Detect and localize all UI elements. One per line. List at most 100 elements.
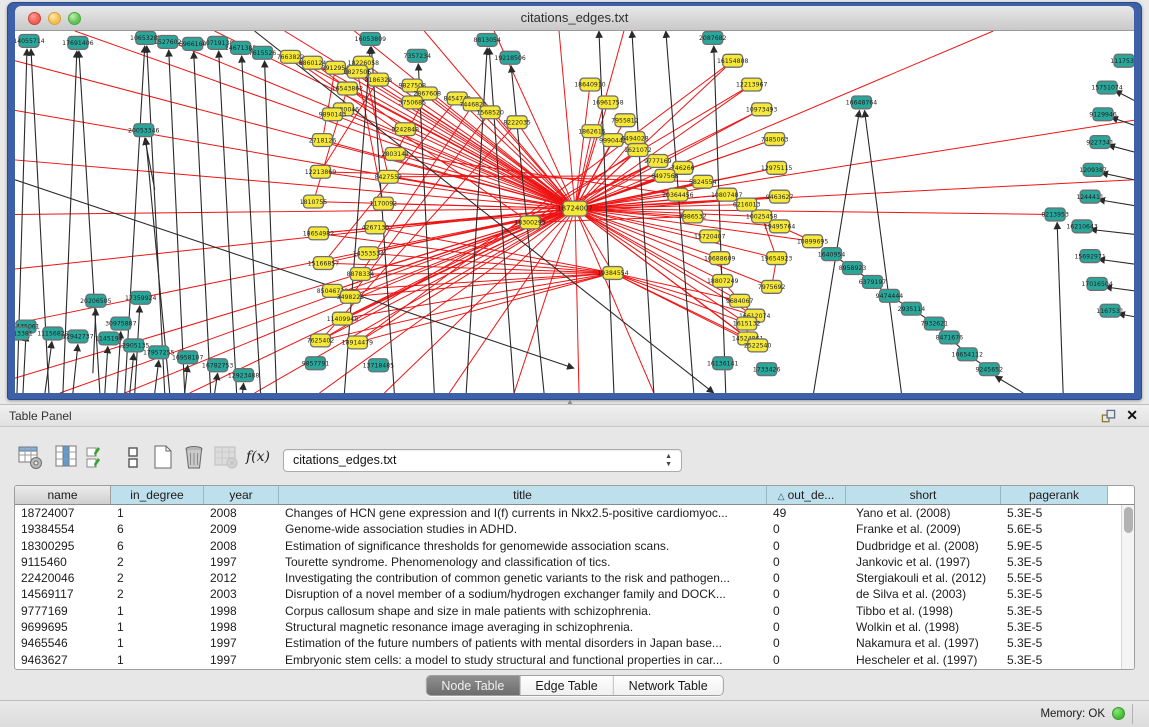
edge[interactable] <box>322 68 335 140</box>
graph-node[interactable]: 2803144 <box>382 148 410 161</box>
graph-node[interactable]: 12923488 <box>228 369 260 382</box>
table-row[interactable]: 946362711997Embryonic stem cells: a mode… <box>15 652 1134 668</box>
graph-node[interactable]: 7615526 <box>249 46 277 59</box>
show-columns-icon[interactable] <box>54 444 80 470</box>
graph-node[interactable]: 16958107 <box>172 351 204 364</box>
edge[interactable] <box>418 64 434 393</box>
table-row[interactable]: 911546021997Tourette syndrome. Phenomeno… <box>15 554 1134 570</box>
edge[interactable] <box>155 360 159 393</box>
graph-node[interactable]: 10654112 <box>952 348 984 361</box>
cell-pagerank[interactable]: 5.5E-5 <box>1001 570 1108 586</box>
cell-short[interactable]: Nakamura et al. (1997) <box>846 635 1001 651</box>
edge[interactable] <box>242 56 261 393</box>
graph-node[interactable]: 10688609 <box>704 252 736 265</box>
graph-node[interactable]: 9890143 <box>319 108 347 121</box>
edge[interactable] <box>388 176 665 177</box>
graph-node[interactable]: 6494028 <box>621 132 649 145</box>
cell-in_degree[interactable]: 1 <box>111 635 204 651</box>
column-header-out_degree[interactable]: △out_de... <box>767 486 846 504</box>
cell-short[interactable]: de Silva et al. (2003) <box>846 586 1001 602</box>
cell-title[interactable]: Tourette syndrome. Phenomenology and cla… <box>279 554 767 570</box>
graph-node[interactable]: 1170092 <box>370 197 398 210</box>
float-panel-icon[interactable] <box>1101 409 1116 424</box>
graph-node[interactable]: 30975887 <box>105 317 137 330</box>
cell-title[interactable]: Embryonic stem cells: a model to study s… <box>279 652 767 668</box>
cell-title[interactable]: Structural magnetic resonance image aver… <box>279 619 767 635</box>
edge[interactable] <box>23 334 26 393</box>
graph-node[interactable]: 16782753 <box>202 359 234 372</box>
edge[interactable] <box>1057 222 1063 393</box>
cell-name[interactable]: 14569117 <box>15 586 111 602</box>
cell-out_degree[interactable]: 0 <box>767 538 846 554</box>
edge[interactable] <box>73 344 78 393</box>
graph-node[interactable]: 17691406 <box>62 36 94 49</box>
cell-name[interactable]: 18300295 <box>15 538 111 554</box>
graph-node[interactable]: 19654923 <box>761 252 793 265</box>
cell-pagerank[interactable]: 5.3E-5 <box>1001 635 1108 651</box>
cell-out_degree[interactable]: 0 <box>767 603 846 619</box>
table-mode-icon[interactable] <box>17 444 43 470</box>
cell-short[interactable]: Dudbridge et al. (2008) <box>846 538 1001 554</box>
column-header-in_degree[interactable]: in_degree <box>111 486 204 504</box>
cell-name[interactable]: 22420046 <box>15 570 111 586</box>
graph-node[interactable]: 16154808 <box>717 54 749 67</box>
cell-name[interactable]: 9463627 <box>15 652 111 668</box>
edge[interactable] <box>31 49 49 393</box>
graph-node[interactable]: 20206505 <box>80 294 112 307</box>
edge[interactable] <box>342 273 613 319</box>
graph-node[interactable]: 6497568 <box>651 169 679 182</box>
column-header-year[interactable]: year <box>204 486 279 504</box>
citation-graph[interactable]: 1405571417691406106532871527602696616010… <box>15 31 1134 393</box>
graph-node[interactable]: 1640954 <box>818 248 846 261</box>
cell-year[interactable]: 1997 <box>204 652 279 668</box>
graph-node[interactable]: 7357234 <box>404 49 432 62</box>
cell-year[interactable]: 2012 <box>204 570 279 586</box>
cell-short[interactable]: Franke et al. (2009) <box>846 521 1001 537</box>
graph-node[interactable]: 1862615 <box>578 125 606 138</box>
graph-node[interactable]: 2718126 <box>309 134 337 147</box>
graph-node[interactable]: 9684067 <box>726 294 754 307</box>
cell-year[interactable]: 2003 <box>204 586 279 602</box>
graph-node[interactable]: 16136141 <box>707 357 739 370</box>
graph-node[interactable]: 18724007 <box>557 201 593 216</box>
cell-in_degree[interactable]: 1 <box>111 652 204 668</box>
edge[interactable] <box>575 85 590 209</box>
graph-node[interactable]: 1244411 <box>1076 190 1104 203</box>
graph-node[interactable]: 9129946 <box>1089 108 1117 121</box>
graph-node[interactable]: 12213869 <box>305 165 337 178</box>
graph-node[interactable]: 1527602 <box>154 35 182 48</box>
graph-node[interactable]: 18914479 <box>342 336 374 349</box>
cell-title[interactable]: Genome-wide association studies in ADHD. <box>279 521 767 537</box>
cell-name[interactable]: 9699695 <box>15 619 111 635</box>
edge[interactable] <box>320 273 612 340</box>
graph-node[interactable]: 2087682 <box>699 31 727 44</box>
graph-node[interactable]: 1117532 <box>1110 54 1134 67</box>
graph-node[interactable]: 16648764 <box>846 96 878 109</box>
graph-node[interactable]: 3750685 <box>399 96 427 109</box>
cell-in_degree[interactable]: 2 <box>111 554 204 570</box>
graph-node[interactable]: 2935114 <box>898 302 926 315</box>
graph-node[interactable]: 16210643 <box>1066 220 1098 233</box>
table-scrollbar-thumb[interactable] <box>1124 507 1133 533</box>
table-row[interactable]: 2242004622012Investigating the contribut… <box>15 570 1134 586</box>
edge[interactable] <box>105 346 108 393</box>
graph-node[interactable]: 9857791 <box>302 357 330 370</box>
cell-name[interactable]: 19384554 <box>15 521 111 537</box>
graph-node[interactable]: 7955812 <box>611 114 639 127</box>
edge[interactable] <box>215 373 218 393</box>
cell-title[interactable]: Estimation of the future numbers of pati… <box>279 635 767 651</box>
graph-node[interactable]: 8427552 <box>375 170 403 183</box>
cell-short[interactable]: Wolkin et al. (1998) <box>846 619 1001 635</box>
cell-out_degree[interactable]: 49 <box>767 505 846 521</box>
table-scrollbar[interactable] <box>1121 505 1134 669</box>
edge[interactable] <box>219 51 237 393</box>
edge[interactable] <box>185 365 188 393</box>
row-mode-icon[interactable] <box>120 444 146 470</box>
graph-node[interactable]: 10973493 <box>746 103 778 116</box>
edge[interactable] <box>320 122 517 340</box>
graph-node[interactable]: 7625402 <box>307 334 335 347</box>
cell-title[interactable]: Corpus callosum shape and size in male p… <box>279 603 767 619</box>
cell-in_degree[interactable]: 1 <box>111 505 204 521</box>
tab-network-table[interactable]: Network Table <box>614 676 723 695</box>
graph-node[interactable]: 15692971 <box>1074 250 1106 263</box>
